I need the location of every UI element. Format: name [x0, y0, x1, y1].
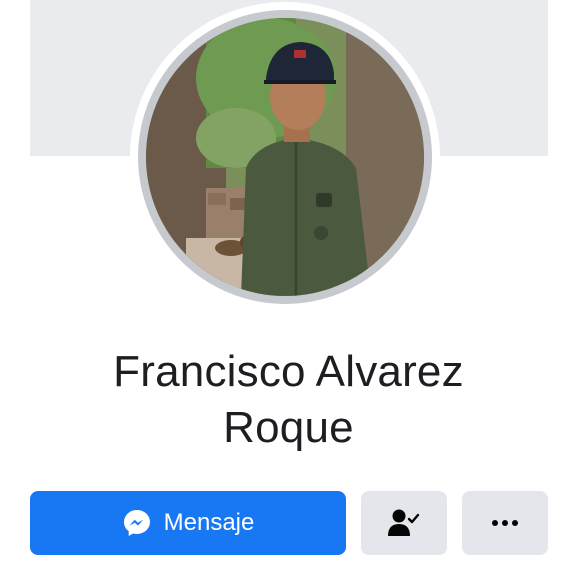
avatar-border — [138, 10, 432, 304]
profile-name-line2: Roque — [223, 403, 354, 452]
more-options-button[interactable] — [462, 491, 548, 555]
avatar-photo — [146, 18, 424, 296]
friend-status-button[interactable] — [361, 491, 447, 555]
message-button-label: Mensaje — [163, 509, 255, 536]
message-button[interactable]: Mensaje — [30, 491, 346, 555]
profile-name-line1: Francisco Alvarez — [113, 347, 464, 396]
profile-name: Francisco Alvarez Roque — [0, 344, 577, 456]
avatar[interactable] — [146, 18, 424, 296]
friend-check-icon — [388, 509, 420, 536]
more-dots-icon — [492, 520, 518, 526]
profile-header: Francisco Alvarez Roque Mensaje — [0, 0, 577, 580]
messenger-icon — [123, 510, 150, 536]
